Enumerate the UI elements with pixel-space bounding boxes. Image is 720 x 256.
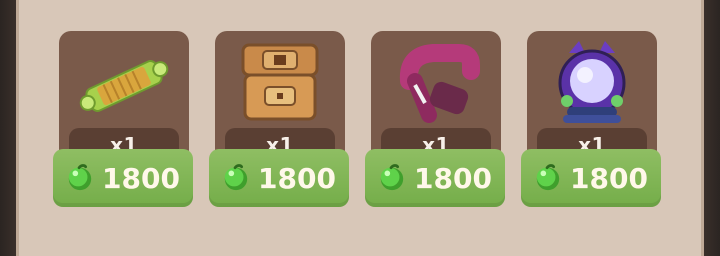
item-card[interactable]: x1 xyxy=(59,31,189,162)
shop-item-slot-3[interactable]: x1 xyxy=(371,31,501,162)
orb-lantern-icon xyxy=(558,41,626,123)
buy-button-3[interactable]: 1800 xyxy=(365,149,505,207)
shop-item-slot-1[interactable]: x1 xyxy=(59,31,189,162)
green-coin-icon xyxy=(380,164,404,191)
left-background-edge xyxy=(0,0,16,256)
chest-icon xyxy=(241,43,319,121)
clamp-icon xyxy=(399,44,480,123)
price-label: 1800 xyxy=(570,161,648,195)
buy-button-1[interactable]: 1800 xyxy=(53,149,193,207)
buy-button-2[interactable]: 1800 xyxy=(209,149,349,207)
item-card[interactable]: x1 xyxy=(527,31,657,162)
green-coin-icon xyxy=(536,164,560,191)
scroll-icon xyxy=(79,60,169,112)
price-label: 1800 xyxy=(258,161,336,195)
buy-button-4[interactable]: 1800 xyxy=(521,149,661,207)
shop-item-slot-2[interactable]: x1 xyxy=(215,31,345,162)
item-card[interactable]: x1 xyxy=(215,31,345,162)
item-card[interactable]: x1 xyxy=(371,31,501,162)
green-coin-icon xyxy=(224,164,248,191)
price-label: 1800 xyxy=(102,161,180,195)
right-background-edge xyxy=(704,0,720,256)
price-label: 1800 xyxy=(414,161,492,195)
shop-item-slot-4[interactable]: x1 xyxy=(527,31,657,162)
green-coin-icon xyxy=(68,164,92,191)
shop-panel: x1 1800 x1 1800 x1 1800 x1 1800 xyxy=(16,0,704,256)
